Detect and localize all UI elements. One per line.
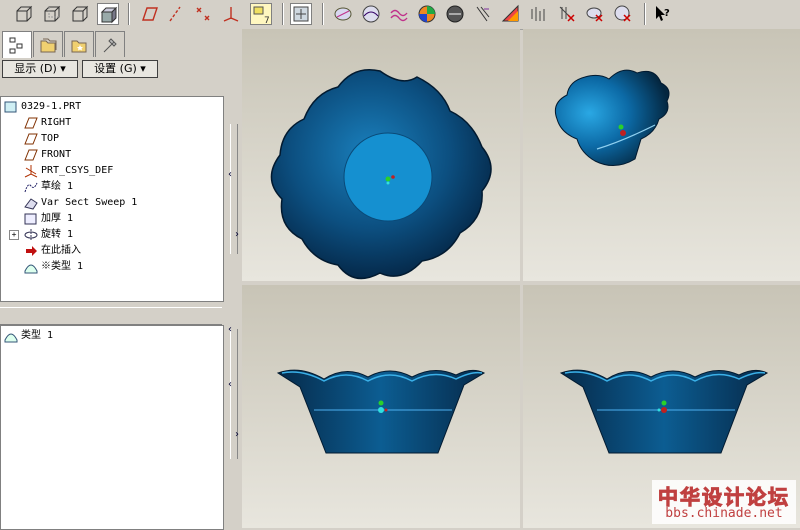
expand-right-icon[interactable]: ›: [235, 429, 239, 440]
main-toolbar: 7 ?: [0, 0, 800, 30]
tree-item-label: 草绘 1: [41, 181, 74, 192]
show-dropdown[interactable]: 显示 (D) ▾: [2, 60, 78, 78]
tree-item[interactable]: 0329-1.PRT: [3, 99, 81, 115]
annotation-display-icon[interactable]: 7: [250, 3, 272, 26]
tree-item[interactable]: + 旋转 1: [9, 227, 74, 243]
part-icon: [3, 99, 19, 115]
slope-analysis-icon[interactable]: [444, 3, 466, 25]
tree-item-label: 加厚 1: [41, 213, 74, 224]
datum-point-display-icon[interactable]: [192, 3, 214, 25]
csys-icon: [23, 163, 39, 179]
folder-browser-tab[interactable]: [33, 31, 63, 57]
tree-item[interactable]: TOP: [23, 131, 59, 147]
selection-item[interactable]: 类型 1: [3, 328, 53, 344]
tree-item-label: 0329-1.PRT: [21, 101, 82, 112]
tree-item[interactable]: 草绘 1: [23, 179, 73, 195]
svg-text:7: 7: [264, 16, 270, 26]
distance-measure-icon[interactable]: [500, 3, 522, 25]
viewport-isometric[interactable]: [523, 29, 800, 281]
tree-item[interactable]: 在此插入: [23, 243, 81, 259]
tree-item-label: ※类型 1: [41, 261, 84, 272]
viewport-top[interactable]: [242, 29, 520, 281]
offset-analysis-icon[interactable]: [472, 3, 494, 25]
view-wireframe-icon[interactable]: [12, 3, 34, 25]
saved-views-icon[interactable]: [612, 3, 634, 25]
datum-plane-icon: [23, 115, 39, 131]
panel-splitter[interactable]: [0, 307, 222, 325]
hide-analysis-icon[interactable]: [584, 3, 606, 25]
expand-right-icon[interactable]: ›: [235, 229, 239, 240]
tree-item[interactable]: ※类型 1: [23, 259, 83, 275]
tree-item[interactable]: 加厚 1: [23, 211, 73, 227]
tree-item-label: RIGHT: [41, 117, 72, 128]
settings-dropdown-label: 设置 (G): [94, 62, 137, 75]
panel-gutter: ‹ › ‹ ‹ ›: [226, 29, 242, 528]
sketch-icon: [23, 179, 39, 195]
collapse-left-icon[interactable]: ‹: [228, 379, 232, 390]
revolve-icon: [23, 227, 39, 243]
tree-item-label: 旋转 1: [41, 229, 74, 240]
draft-analysis-icon[interactable]: [416, 3, 438, 25]
tree-item[interactable]: RIGHT: [23, 115, 71, 131]
model-tree: 0329-1.PRT RIGHT TOP FRONT PRT_CSYS_DEF 草绘 1 V…: [0, 96, 224, 302]
reflection-analysis-icon[interactable]: [332, 3, 354, 25]
tree-item-label: TOP: [41, 133, 60, 144]
thicken-icon: [23, 211, 39, 227]
chevron-down-icon: ▾: [140, 62, 146, 75]
tree-item-label: 在此插入: [41, 245, 81, 256]
tree-item-label: PRT_CSYS_DEF: [41, 165, 114, 176]
tree-item[interactable]: PRT_CSYS_DEF: [23, 163, 113, 179]
navigator-panel: 显示 (D) ▾ 设置 (G) ▾ 0329-1.PRT RIGHT TOP FRON…: [0, 29, 226, 530]
collapse-left-icon[interactable]: ‹: [228, 324, 232, 335]
datum-axis-display-icon[interactable]: [164, 3, 186, 25]
collapse-left-icon[interactable]: ‹: [228, 169, 232, 180]
tree-item[interactable]: FRONT: [23, 147, 71, 163]
insert-here-icon: [23, 243, 39, 259]
datum-plane-icon: [23, 147, 39, 163]
datum-plane-display-icon[interactable]: [138, 3, 160, 25]
view-hidden-line-icon[interactable]: [40, 3, 62, 25]
surface-icon: [23, 259, 39, 275]
watermark: 中华设计论坛 bbs.chinade.net: [652, 480, 796, 524]
viewport-front[interactable]: [242, 285, 520, 528]
favorites-tab[interactable]: [64, 31, 94, 57]
context-help-icon[interactable]: ?: [652, 3, 674, 25]
sweep-icon: [23, 195, 39, 211]
settings-dropdown[interactable]: 设置 (G) ▾: [82, 60, 158, 78]
tree-item-label: Var Sect Sweep 1: [41, 197, 138, 208]
connections-tab[interactable]: [95, 31, 125, 57]
tree-item[interactable]: Var Sect Sweep 1: [23, 195, 137, 211]
selection-list: 类型 1: [0, 325, 224, 530]
delete-analysis-icon[interactable]: [556, 3, 578, 25]
datum-plane-icon: [23, 131, 39, 147]
expand-icon[interactable]: +: [9, 230, 19, 240]
view-shading-icon[interactable]: [97, 3, 119, 25]
dihedral-analysis-icon[interactable]: [528, 3, 550, 25]
view-no-hidden-icon[interactable]: [68, 3, 90, 25]
model-tree-tab[interactable]: [2, 31, 32, 58]
selection-item-label: 类型 1: [21, 330, 54, 341]
chevron-down-icon: ▾: [60, 62, 66, 75]
curvature-analysis-icon[interactable]: [360, 3, 382, 25]
watermark-url: bbs.chinade.net: [665, 506, 783, 521]
tree-item-label: FRONT: [41, 149, 72, 160]
surface-icon: [3, 328, 19, 344]
csys-display-icon[interactable]: [220, 3, 242, 25]
svg-text:?: ?: [664, 8, 670, 19]
section-analysis-icon[interactable]: [388, 3, 410, 25]
spin-center-icon[interactable]: [290, 3, 312, 25]
show-dropdown-label: 显示 (D): [14, 62, 57, 75]
